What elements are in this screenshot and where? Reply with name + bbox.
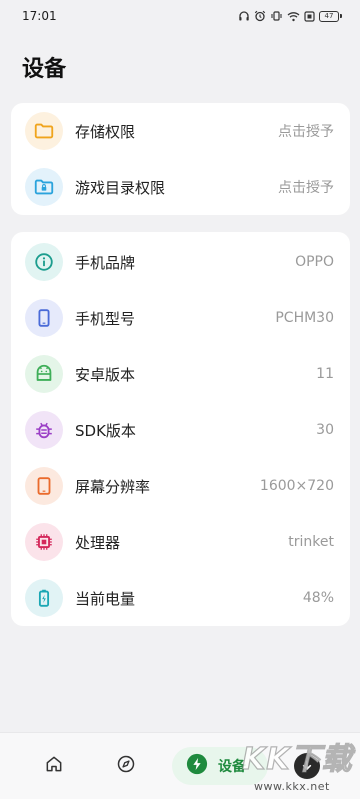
- device-info-row-model: 手机型号 PCHM30: [11, 290, 350, 346]
- nav-discover-button[interactable]: [110, 747, 142, 785]
- device-info-value: 11: [316, 366, 334, 382]
- device-info-row-sdk-version: SDK版本 30: [11, 402, 350, 458]
- android-icon: [25, 355, 63, 393]
- compass-icon: [116, 754, 136, 778]
- vibrate-icon: [270, 10, 283, 22]
- home-icon: [44, 754, 64, 778]
- device-info-row-resolution: 屏幕分辨率 1600×720: [11, 458, 350, 514]
- chip-icon: [25, 523, 63, 561]
- battery-level: 47: [319, 10, 339, 22]
- bug-icon: [25, 411, 63, 449]
- permission-row-storage[interactable]: 存储权限 点击授予: [11, 103, 350, 159]
- nav-home-button[interactable]: [38, 747, 70, 785]
- device-info-value: 48%: [302, 590, 334, 606]
- device-info-label: 手机型号: [75, 309, 136, 328]
- device-info-value: PCHM30: [275, 310, 334, 326]
- device-info-label: 安卓版本: [75, 365, 136, 384]
- device-info-row-android-version: 安卓版本 11: [11, 346, 350, 402]
- tablet-icon: [25, 467, 63, 505]
- nav-device-label: 设备: [218, 759, 246, 775]
- device-info-row-battery: 当前电量 48%: [11, 570, 350, 626]
- device-info-value: 1600×720: [259, 478, 334, 494]
- bottom-navigation: 设备: [0, 732, 360, 799]
- alarm-icon: [254, 10, 266, 22]
- device-info-label: 手机品牌: [75, 253, 136, 272]
- headphones-icon: [238, 10, 250, 22]
- permission-label: 游戏目录权限: [75, 178, 166, 197]
- battery-charging-icon: [25, 579, 63, 617]
- device-info-label: SDK版本: [75, 421, 136, 440]
- status-bar: 17:01 47: [0, 0, 360, 32]
- device-info-label: 处理器: [75, 533, 121, 552]
- wifi-icon: [287, 11, 300, 22]
- nav-download-button[interactable]: [290, 747, 324, 785]
- phone-icon: [25, 299, 63, 337]
- bolt-icon: [186, 753, 208, 779]
- permissions-card: 存储权限 点击授予 游戏目录权限 点击授予: [11, 103, 350, 215]
- info-icon: [25, 243, 63, 281]
- device-info-row-processor: 处理器 trinket: [11, 514, 350, 570]
- device-info-label: 当前电量: [75, 589, 136, 608]
- status-icons: 47: [238, 10, 342, 22]
- status-time: 17:01: [22, 9, 57, 23]
- device-info-label: 屏幕分辨率: [75, 477, 151, 496]
- grant-permission-link[interactable]: 点击授予: [278, 121, 334, 141]
- grant-permission-link[interactable]: 点击授予: [278, 177, 334, 197]
- device-info-value: 30: [316, 422, 334, 438]
- device-info-row-brand: 手机品牌 OPPO: [11, 234, 350, 290]
- battery-indicator: 47: [319, 10, 342, 22]
- folder-icon: [25, 112, 63, 150]
- permission-row-game-directory[interactable]: 游戏目录权限 点击授予: [11, 159, 350, 215]
- permission-label: 存储权限: [75, 122, 136, 141]
- nav-device-button[interactable]: 设备: [172, 747, 268, 785]
- download-icon: [294, 753, 320, 779]
- sim-icon: [304, 10, 315, 22]
- device-info-value: OPPO: [295, 254, 334, 270]
- page-title: 设备: [22, 57, 67, 82]
- device-info-value: trinket: [288, 534, 334, 550]
- device-info-card: 手机品牌 OPPO 手机型号 PCHM30 安卓版本 11 SDK版本 30 屏…: [11, 232, 350, 626]
- folder-lock-icon: [25, 168, 63, 206]
